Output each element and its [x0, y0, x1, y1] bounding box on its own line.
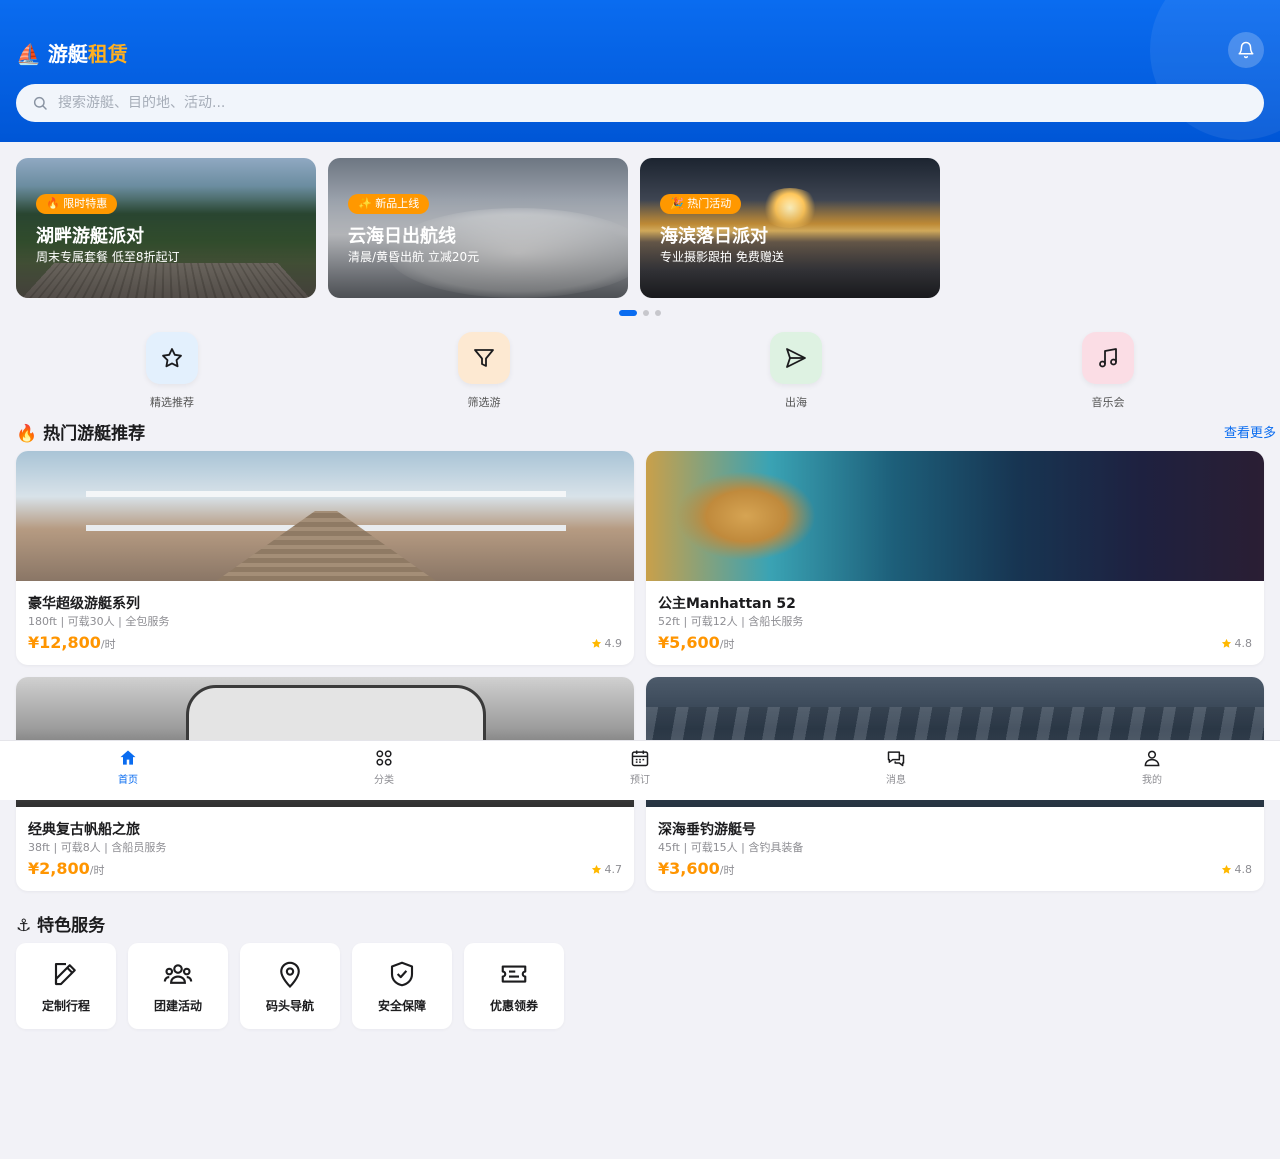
yacht-price: ¥2,800/时: [28, 859, 105, 878]
yacht-spec: 180ft | 可载30人 | 全包服务: [28, 615, 170, 628]
filter-icon: [474, 349, 494, 367]
yacht-name: 豪华超级游艇系列: [28, 596, 140, 612]
yacht-rating: 4.7: [591, 863, 622, 876]
view-more-link[interactable]: 查看更多 ›: [1224, 422, 1280, 441]
yacht-price: ¥3,600/时: [658, 859, 735, 878]
tab-home[interactable]: 首页: [0, 741, 256, 801]
grid-icon: [376, 750, 392, 766]
banner-title: 云海日出航线: [348, 226, 456, 247]
star-filled-icon: [591, 638, 601, 648]
service-coupons[interactable]: 优惠领券: [464, 943, 564, 1029]
edit-icon: [54, 962, 76, 986]
yacht-name: 深海垂钓游艇号: [658, 822, 756, 838]
star-filled-icon: [1221, 638, 1231, 648]
banner-tag: 🎉 热门活动: [660, 194, 742, 214]
promo-banner-3[interactable]: 🎉 热门活动 海滨落日派对 专业摄影跟拍 免费赠送: [640, 158, 940, 298]
notification-button[interactable]: [1228, 32, 1264, 68]
search-bar[interactable]: [16, 84, 1264, 122]
section-title-services: ⚓ 特色服务: [16, 916, 106, 936]
search-input[interactable]: [58, 95, 1238, 111]
star-filled-icon: [591, 864, 601, 874]
yacht-name: 公主Manhattan 52: [658, 596, 796, 612]
app-logo: ⛵ 游艇租赁: [16, 42, 128, 66]
home-icon: [120, 750, 136, 765]
yacht-spec: 45ft | 可载15人 | 含钓具装备: [658, 841, 804, 854]
chat-icon: [887, 751, 905, 767]
carousel-indicator: [619, 310, 661, 316]
yacht-price: ¥5,600/时: [658, 633, 735, 652]
yacht-price: ¥12,800/时: [28, 633, 116, 652]
yacht-photo: [646, 451, 1264, 581]
tab-booking[interactable]: 预订: [512, 741, 768, 801]
tab-messages[interactable]: 消息: [768, 741, 1024, 801]
calendar-icon: [631, 750, 649, 767]
star-icon: [162, 348, 182, 368]
yacht-rating: 4.9: [591, 637, 622, 650]
yacht-rating: 4.8: [1221, 863, 1252, 876]
user-icon: [1144, 750, 1160, 767]
banner-subtitle: 清晨/黄昏出航 立减20元: [348, 250, 480, 264]
section-title-hot: 🔥 热门游艇推荐: [16, 424, 146, 444]
users-icon: [163, 964, 193, 984]
shield-check-icon: [390, 961, 414, 987]
service-custom-trip[interactable]: 定制行程: [16, 943, 116, 1029]
yacht-spec: 38ft | 可载8人 | 含船员服务: [28, 841, 167, 854]
search-icon: [33, 96, 47, 110]
music-icon: [1099, 348, 1117, 368]
service-safety[interactable]: 安全保障: [352, 943, 452, 1029]
location-icon: [280, 961, 300, 989]
tab-category[interactable]: 分类: [256, 741, 512, 801]
yacht-card[interactable]: 豪华超级游艇系列 180ft | 可载30人 | 全包服务 ¥12,800/时 …: [16, 451, 634, 665]
app-header: ⛵ 游艇租赁: [0, 0, 1280, 142]
banner-tag: 🔥 限时特惠: [36, 194, 118, 214]
service-team-building[interactable]: 团建活动: [128, 943, 228, 1029]
service-dock-navigation[interactable]: 码头导航: [240, 943, 340, 1029]
banner-subtitle: 周末专属套餐 低至8折起订: [36, 250, 180, 264]
category-featured[interactable]: 精选推荐: [122, 332, 222, 410]
ticket-icon: [501, 965, 527, 983]
yacht-card[interactable]: 公主Manhattan 52 52ft | 可载12人 | 含船长服务 ¥5,6…: [646, 451, 1264, 665]
yacht-spec: 52ft | 可载12人 | 含船长服务: [658, 615, 804, 628]
banner-title: 湖畔游艇派对: [36, 226, 144, 247]
category-music[interactable]: 音乐会: [1058, 332, 1158, 410]
carousel-dot[interactable]: [655, 310, 661, 316]
star-filled-icon: [1221, 864, 1231, 874]
promo-banner-1[interactable]: 🔥 限时特惠 湖畔游艇派对 周末专属套餐 低至8折起订: [16, 158, 316, 298]
banner-tag: ✨ 新品上线: [348, 194, 430, 214]
yacht-rating: 4.8: [1221, 637, 1252, 650]
banner-title: 海滨落日派对: [660, 226, 768, 247]
carousel-dot[interactable]: [643, 310, 649, 316]
promo-banner-2[interactable]: ✨ 新品上线 云海日出航线 清晨/黄昏出航 立减20元: [328, 158, 628, 298]
tab-profile[interactable]: 我的: [1024, 741, 1280, 801]
yacht-photo: [16, 451, 634, 581]
category-sail[interactable]: 出海: [746, 332, 846, 410]
carousel-dot[interactable]: [619, 310, 637, 316]
bottom-tab-bar: 首页 分类 预订 消息 我的: [0, 740, 1280, 800]
bell-icon: [1238, 41, 1254, 59]
send-icon: [786, 348, 806, 368]
banner-subtitle: 专业摄影跟拍 免费赠送: [660, 250, 784, 264]
yacht-name: 经典复古帆船之旅: [28, 822, 140, 838]
category-filter[interactable]: 筛选游: [434, 332, 534, 410]
